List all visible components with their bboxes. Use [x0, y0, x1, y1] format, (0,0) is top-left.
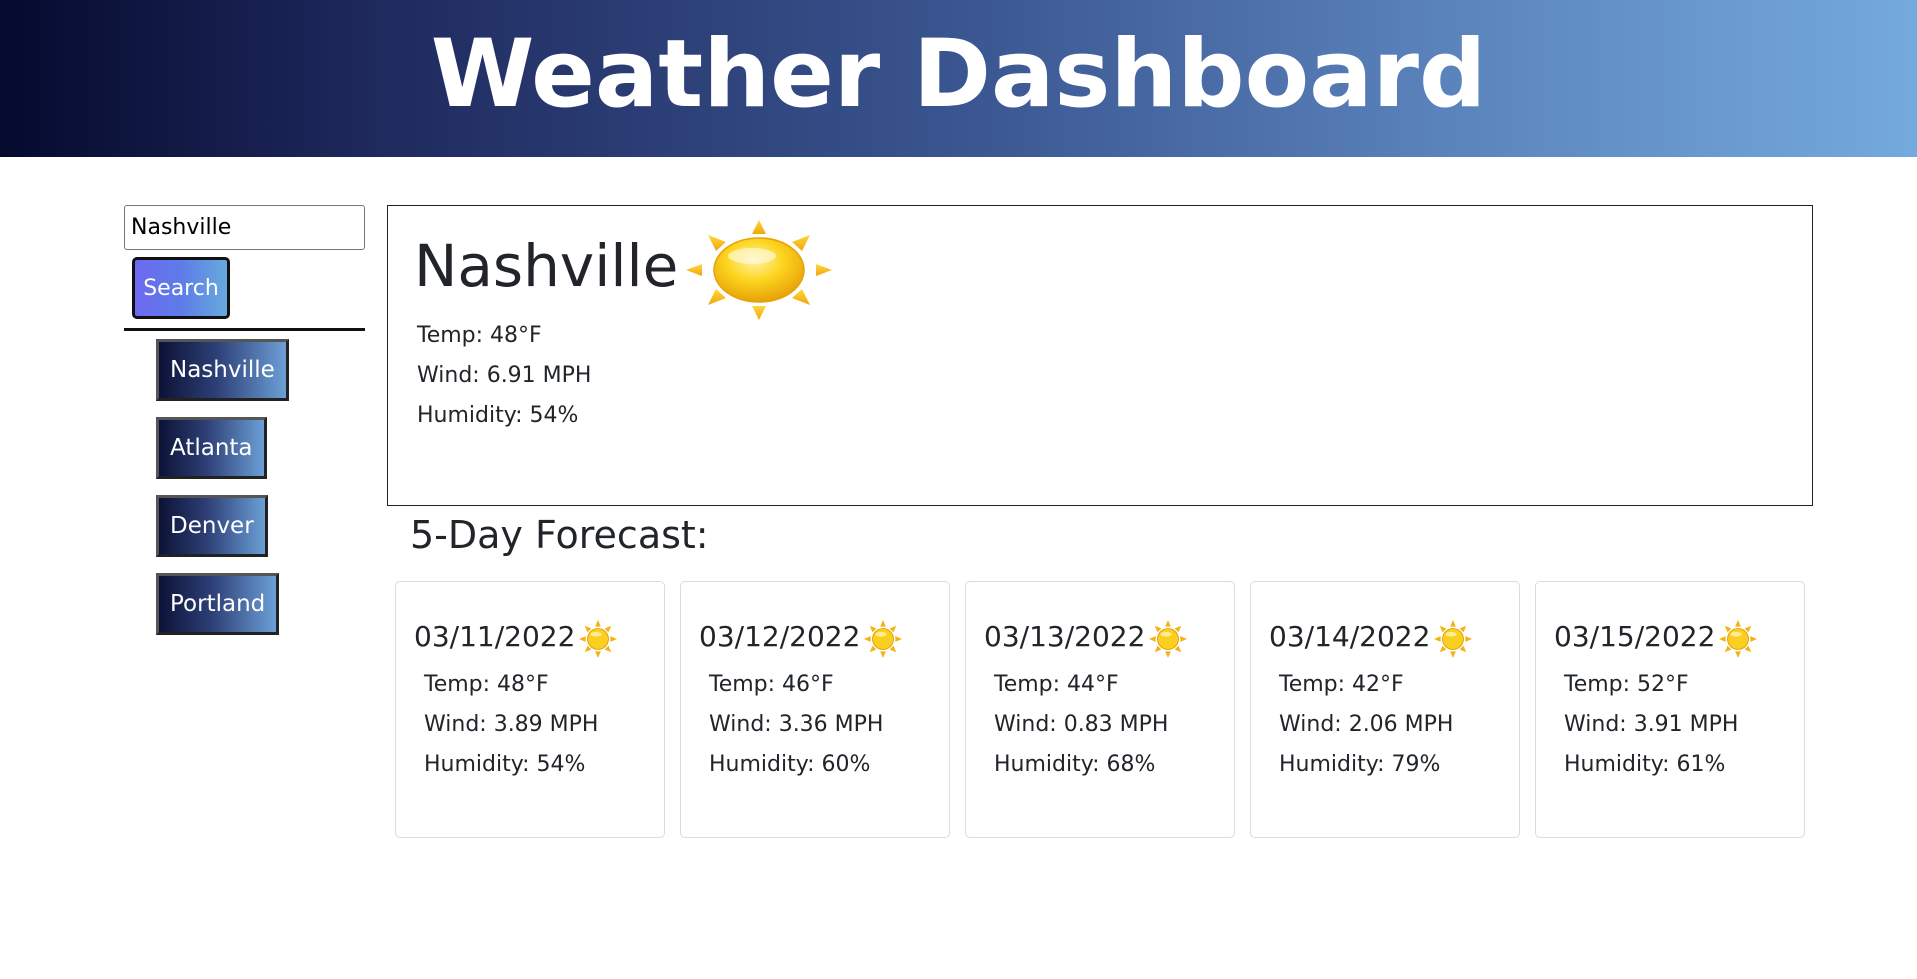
forecast-card: 03/15/2022 Temp: 52°F Wind: 3.91 MPH Hum…: [1535, 581, 1805, 838]
sun-icon: [1719, 620, 1758, 658]
forecast-card: 03/13/2022 Temp: 44°F Wind: 0.83 MPH Hum…: [965, 581, 1235, 838]
forecast-wind: Wind: 3.89 MPH: [424, 712, 599, 737]
forecast-card: 03/14/2022 Temp: 42°F Wind: 2.06 MPH Hum…: [1250, 581, 1520, 838]
forecast-wind: Wind: 0.83 MPH: [994, 712, 1169, 737]
forecast-stats: Temp: 42°F Wind: 2.06 MPH Humidity: 79%: [1279, 665, 1453, 785]
forecast-stats: Temp: 44°F Wind: 0.83 MPH Humidity: 68%: [994, 665, 1168, 785]
forecast-humidity: Humidity: 68%: [994, 752, 1156, 777]
forecast-humidity: Humidity: 60%: [709, 752, 871, 777]
forecast-humidity: Humidity: 79%: [1279, 752, 1441, 777]
forecast-wind: Wind: 3.36 MPH: [709, 712, 884, 737]
forecast-stats: Temp: 48°F Wind: 3.89 MPH Humidity: 54%: [424, 665, 598, 785]
forecast-stats: Temp: 46°F Wind: 3.36 MPH Humidity: 60%: [709, 665, 883, 785]
search-history-list: Nashville Atlanta Denver Portland: [156, 339, 365, 635]
forecast-wind: Wind: 3.91 MPH: [1564, 712, 1739, 737]
search-sidebar: Search Nashville Atlanta Denver Portland: [124, 205, 365, 651]
sun-icon: [1149, 620, 1188, 658]
header-banner: Weather Dashboard: [0, 0, 1917, 157]
forecast-card-header: 03/14/2022: [1269, 614, 1473, 658]
current-wind: Wind: 6.91 MPH: [417, 363, 592, 388]
current-weather-stats: Temp: 48°F Wind: 6.91 MPH Humidity: 54%: [417, 316, 591, 436]
history-button-atlanta[interactable]: Atlanta: [156, 417, 267, 479]
history-button-denver[interactable]: Denver: [156, 495, 268, 557]
search-button[interactable]: Search: [132, 257, 230, 319]
forecast-card-header: 03/11/2022: [414, 614, 618, 658]
forecast-card-header: 03/15/2022: [1554, 614, 1758, 658]
forecast-humidity: Humidity: 61%: [1564, 752, 1726, 777]
forecast-temp: Temp: 42°F: [1279, 672, 1404, 697]
forecast-date: 03/14/2022: [1269, 619, 1431, 653]
forecast-date: 03/15/2022: [1554, 619, 1716, 653]
current-weather-header: Nashville: [414, 214, 833, 320]
sidebar-divider: [124, 328, 365, 331]
forecast-humidity: Humidity: 54%: [424, 752, 586, 777]
forecast-temp: Temp: 46°F: [709, 672, 834, 697]
forecast-wind: Wind: 2.06 MPH: [1279, 712, 1454, 737]
current-city-name: Nashville: [414, 232, 679, 301]
forecast-temp: Temp: 48°F: [424, 672, 549, 697]
forecast-date: 03/13/2022: [984, 619, 1146, 653]
forecast-card-header: 03/12/2022: [699, 614, 903, 658]
sun-icon: [686, 220, 833, 320]
forecast-card: 03/12/2022 Temp: 46°F Wind: 3.36 MPH Hum…: [680, 581, 950, 838]
forecast-date: 03/12/2022: [699, 619, 861, 653]
forecast-card: 03/11/2022 Temp: 48°F Wind: 3.89 MPH Hum…: [395, 581, 665, 838]
history-button-portland[interactable]: Portland: [156, 573, 280, 635]
page-title: Weather Dashboard: [430, 19, 1487, 129]
forecast-temp: Temp: 44°F: [994, 672, 1119, 697]
current-temp: Temp: 48°F: [417, 323, 542, 348]
forecast-stats: Temp: 52°F Wind: 3.91 MPH Humidity: 61%: [1564, 665, 1738, 785]
forecast-title: 5-Day Forecast:: [410, 513, 709, 557]
current-weather-card: Nashville Temp: 48°F Wind: 6.91 MPH Humi…: [387, 205, 1813, 506]
city-search-input[interactable]: [124, 205, 365, 250]
sun-icon: [1434, 620, 1473, 658]
forecast-card-row: 03/11/2022 Temp: 48°F Wind: 3.89 MPH Hum…: [395, 581, 1805, 838]
sun-icon: [579, 620, 618, 658]
forecast-temp: Temp: 52°F: [1564, 672, 1689, 697]
forecast-card-header: 03/13/2022: [984, 614, 1188, 658]
history-button-nashville[interactable]: Nashville: [156, 339, 289, 401]
forecast-date: 03/11/2022: [414, 619, 576, 653]
sun-icon: [864, 620, 903, 658]
weather-dashboard-page: Weather Dashboard Search Nashville Atlan…: [0, 0, 1917, 979]
current-humidity: Humidity: 54%: [417, 403, 579, 428]
